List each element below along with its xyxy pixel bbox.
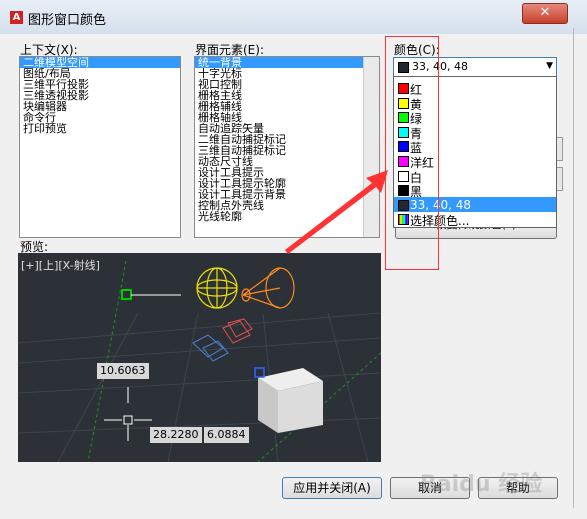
window-right-border [573, 28, 574, 508]
annotation-arrow-icon [285, 170, 388, 254]
graphics-window-color-dialog: A 图形窗口颜色 ✕ 上下文(X): 二维模型空间 图纸/布局 三维平行投影 三维透视… [0, 0, 587, 519]
watermark-text: Baidu 经验 [420, 472, 543, 497]
annotation-arrow [285, 170, 388, 254]
baidu-watermark: Baidu 经验 [420, 466, 560, 506]
